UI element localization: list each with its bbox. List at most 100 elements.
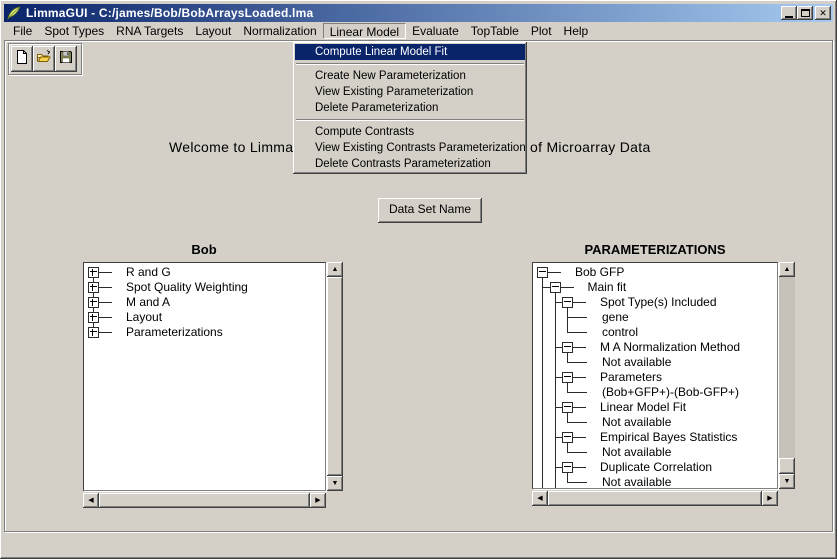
new-document-button[interactable] xyxy=(11,46,33,72)
parameterizations-tree[interactable]: Bob GFPMain fitSpot Type(s) Includedgene… xyxy=(532,262,778,489)
menubar-item-file[interactable]: File xyxy=(7,23,38,39)
tree-item-label[interactable]: (Bob+GFP+)-(Bob-GFP+) xyxy=(602,385,739,399)
tree-row[interactable]: Layout xyxy=(84,310,325,325)
tree-item-label[interactable]: Spot Quality Weighting xyxy=(126,280,248,294)
tree-row[interactable]: M and A xyxy=(84,295,325,310)
tree-collapse-box[interactable] xyxy=(537,267,548,278)
scrollbar-trough[interactable] xyxy=(779,277,795,474)
tree-row[interactable]: Not available xyxy=(533,415,777,430)
scrollbar-trough[interactable] xyxy=(327,277,343,476)
scroll-left-arrow[interactable]: ◀ xyxy=(532,491,548,506)
scroll-down-arrow[interactable]: ▼ xyxy=(327,476,343,491)
tree-row[interactable]: R and G xyxy=(84,265,325,280)
tree-collapse-box[interactable] xyxy=(562,372,573,383)
menubar-item-evaluate[interactable]: Evaluate xyxy=(406,23,465,39)
scroll-down-arrow[interactable]: ▼ xyxy=(779,474,795,489)
tree-item-label[interactable]: M and A xyxy=(126,295,170,309)
title-bar[interactable]: LimmaGUI - C:/james/Bob/BobArraysLoaded.… xyxy=(4,4,833,22)
tree-row[interactable]: Spot Quality Weighting xyxy=(84,280,325,295)
menubar-item-normalization[interactable]: Normalization xyxy=(237,23,322,39)
tree-item-label[interactable]: Layout xyxy=(126,310,162,324)
menubar-item-linear-model[interactable]: Linear Model xyxy=(323,23,406,39)
tree-item-label[interactable]: Not available xyxy=(602,475,671,489)
tree-item-label[interactable]: Bob GFP xyxy=(575,265,624,279)
menubar-item-toptable[interactable]: TopTable xyxy=(465,23,525,39)
tree-item-label[interactable]: Not available xyxy=(602,355,671,369)
menubar-item-spot-types[interactable]: Spot Types xyxy=(38,23,110,39)
tree-row[interactable]: Not available xyxy=(533,445,777,460)
dataset-tree[interactable]: R and GSpot Quality WeightingM and ALayo… xyxy=(83,262,326,491)
menu-item-delete-parameterization[interactable]: Delete Parameterization xyxy=(295,100,525,116)
menu-item-delete-contrasts-parameterization[interactable]: Delete Contrasts Parameterization xyxy=(295,156,525,172)
tree-row[interactable]: Duplicate Correlation xyxy=(533,460,777,475)
tree-row[interactable]: (Bob+GFP+)-(Bob-GFP+) xyxy=(533,385,777,400)
minimize-button[interactable] xyxy=(781,6,797,20)
open-folder-button[interactable] xyxy=(33,46,55,72)
tree-item-label[interactable]: M A Normalization Method xyxy=(600,340,740,354)
menu-item-compute-linear-model-fit[interactable]: Compute Linear Model Fit xyxy=(295,44,525,60)
tree-collapse-box[interactable] xyxy=(562,462,573,473)
tree-collapse-box[interactable] xyxy=(562,402,573,413)
tree-collapse-box[interactable] xyxy=(550,282,561,293)
tree-row[interactable]: Parameterizations xyxy=(84,325,325,340)
tree-row[interactable]: gene xyxy=(533,310,777,325)
tree-item-label[interactable]: Not available xyxy=(602,445,671,459)
tree-item-label[interactable]: Not available xyxy=(602,415,671,429)
scrollbar-thumb[interactable] xyxy=(548,491,762,506)
tree-item-label[interactable]: control xyxy=(602,325,638,339)
menu-item-view-existing-contrasts-parameterization[interactable]: View Existing Contrasts Parameterization xyxy=(295,140,525,156)
tree-item-label[interactable]: Spot Type(s) Included xyxy=(600,295,717,309)
tree-expand-box[interactable] xyxy=(88,312,99,323)
scroll-up-arrow[interactable]: ▲ xyxy=(327,262,343,277)
menubar-item-plot[interactable]: Plot xyxy=(525,23,558,39)
tree-row[interactable]: Bob GFP xyxy=(533,265,777,280)
tree-expand-box[interactable] xyxy=(88,297,99,308)
tree-item-label[interactable]: Main fit xyxy=(588,280,627,294)
menu-item-create-new-parameterization[interactable]: Create New Parameterization xyxy=(295,68,525,84)
tree-expand-box[interactable] xyxy=(88,267,99,278)
tree-row[interactable]: Linear Model Fit xyxy=(533,400,777,415)
tree-row[interactable]: Spot Type(s) Included xyxy=(533,295,777,310)
tree-item-label[interactable]: Parameters xyxy=(600,370,662,384)
tree-expand-box[interactable] xyxy=(88,327,99,338)
tree-row[interactable]: Empirical Bayes Statistics xyxy=(533,430,777,445)
scroll-left-arrow[interactable]: ◀ xyxy=(83,493,99,508)
scrollbar-thumb[interactable] xyxy=(327,277,343,476)
tree-collapse-box[interactable] xyxy=(562,432,573,443)
tree-row[interactable]: M A Normalization Method xyxy=(533,340,777,355)
scrollbar-thumb[interactable] xyxy=(99,493,310,508)
tree-item-label[interactable]: Linear Model Fit xyxy=(600,400,686,414)
app-feather-icon[interactable] xyxy=(7,6,21,20)
scroll-right-arrow[interactable]: ▶ xyxy=(762,491,778,506)
menu-item-view-existing-parameterization[interactable]: View Existing Parameterization xyxy=(295,84,525,100)
scroll-right-arrow[interactable]: ▶ xyxy=(310,493,326,508)
menubar-item-rna-targets[interactable]: RNA Targets xyxy=(110,23,189,39)
scrollbar-trough[interactable] xyxy=(548,491,762,506)
tree-row[interactable]: Parameters xyxy=(533,370,777,385)
tree-item-label[interactable]: R and G xyxy=(126,265,171,279)
close-button[interactable]: ✕ xyxy=(815,6,831,20)
left-tree-vertical-scrollbar[interactable]: ▲ ▼ xyxy=(327,262,343,491)
tree-item-label[interactable]: Parameterizations xyxy=(126,325,223,339)
right-tree-vertical-scrollbar[interactable]: ▲ ▼ xyxy=(779,262,795,489)
tree-row[interactable]: Main fit xyxy=(533,280,777,295)
menubar-item-layout[interactable]: Layout xyxy=(189,23,237,39)
save-floppy-button[interactable] xyxy=(55,46,77,72)
tree-row[interactable]: Not available xyxy=(533,475,777,489)
tree-expand-box[interactable] xyxy=(88,282,99,293)
scrollbar-thumb[interactable] xyxy=(779,458,795,474)
tree-collapse-box[interactable] xyxy=(562,297,573,308)
maximize-button[interactable] xyxy=(797,6,813,20)
scroll-up-arrow[interactable]: ▲ xyxy=(779,262,795,277)
tree-collapse-box[interactable] xyxy=(562,342,573,353)
menubar-item-help[interactable]: Help xyxy=(558,23,595,39)
data-set-name-button[interactable]: Data Set Name xyxy=(378,198,482,223)
tree-item-label[interactable]: Empirical Bayes Statistics xyxy=(600,430,737,444)
right-tree-horizontal-scrollbar[interactable]: ◀ ▶ xyxy=(532,491,778,506)
tree-item-label[interactable]: gene xyxy=(602,310,629,324)
tree-row[interactable]: Not available xyxy=(533,355,777,370)
scrollbar-trough[interactable] xyxy=(99,493,310,508)
menu-item-compute-contrasts[interactable]: Compute Contrasts xyxy=(295,124,525,140)
tree-row[interactable]: control xyxy=(533,325,777,340)
tree-item-label[interactable]: Duplicate Correlation xyxy=(600,460,712,474)
